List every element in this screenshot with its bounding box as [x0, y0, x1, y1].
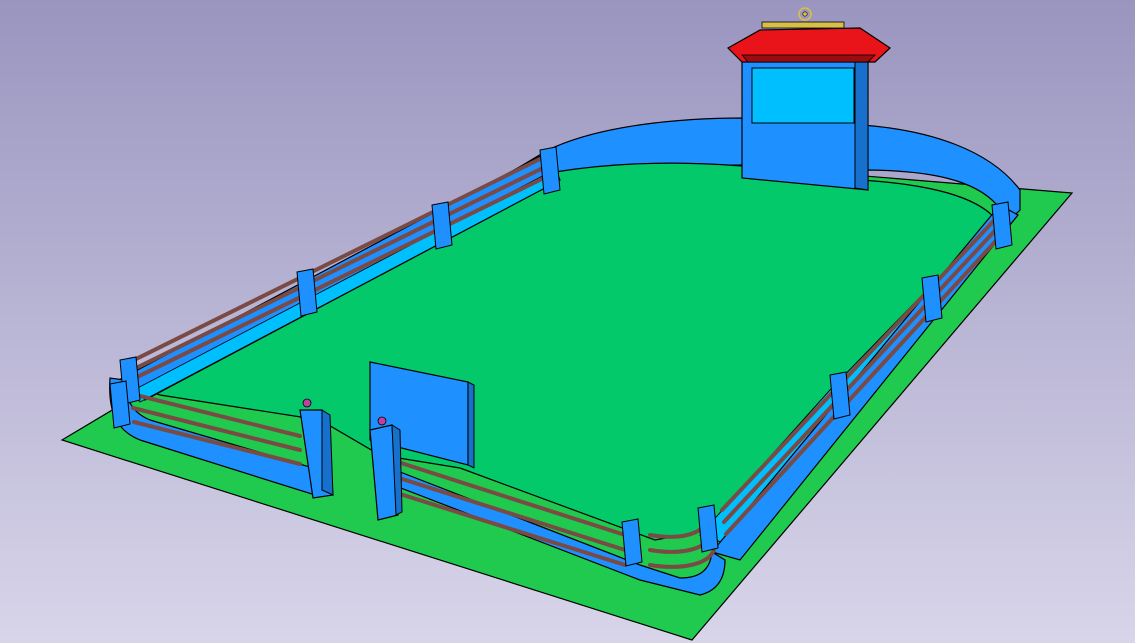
pavilion-ridge [761, 21, 845, 29]
gate-post-finial-right [377, 416, 387, 426]
pavilion-gate [727, 7, 891, 191]
fence-post [296, 268, 318, 317]
cad-viewport[interactable] [0, 0, 1135, 643]
fence-post [991, 201, 1013, 250]
fence-post [829, 371, 851, 420]
fence-post [921, 274, 943, 323]
gate-post-finial-left [302, 398, 312, 408]
fence-post [539, 146, 561, 195]
fence-post [621, 518, 643, 567]
cad-scene [0, 0, 1135, 643]
fence-post [697, 504, 719, 553]
fence-post [431, 201, 453, 250]
fence-post [109, 380, 131, 429]
